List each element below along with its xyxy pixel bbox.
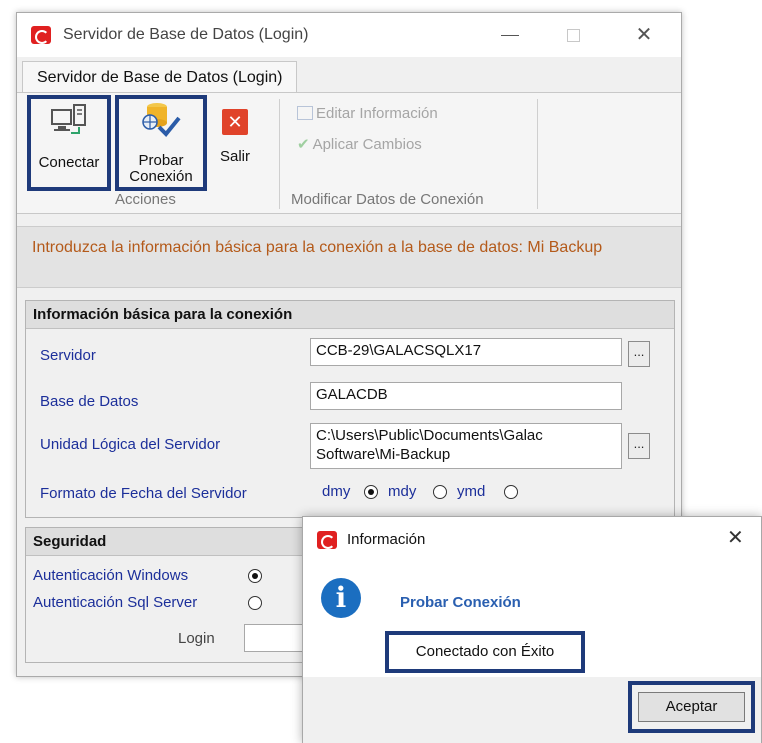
ribbon: Conectar Probar Conexión ✕ Salir Accione…: [17, 92, 681, 214]
title-bar: Servidor de Base de Datos (Login) ✕: [17, 13, 681, 57]
connection-panel-header: Información básica para la conexión: [26, 301, 674, 329]
database-label: Base de Datos: [40, 393, 139, 410]
logical-unit-label: Unidad Lógica del Servidor: [40, 436, 221, 453]
screen: Servidor de Base de Datos (Login) ✕ Serv…: [0, 0, 762, 743]
ribbon-separator: [279, 99, 280, 209]
date-ymd-label: ymd: [457, 483, 486, 500]
date-format-label: Formato de Fecha del Servidor: [40, 485, 247, 502]
close-button[interactable]: ✕: [621, 19, 667, 51]
intro-message: Introduzca la información básica para la…: [17, 226, 681, 288]
computer-network-icon: [51, 104, 86, 134]
server-browse-button[interactable]: ...: [628, 341, 650, 367]
modify-group-label: Modificar Datos de Conexión: [291, 191, 484, 208]
logical-unit-field[interactable]: C:\Users\Public\Documents\Galac Software…: [310, 423, 622, 469]
maximize-icon: [567, 29, 580, 42]
edit-info-label: Editar Información: [316, 105, 438, 122]
dialog-message: Conectado con Éxito: [385, 631, 585, 673]
edit-info-button[interactable]: Editar Información: [297, 105, 438, 122]
test-connection-label-1: Probar: [138, 152, 184, 169]
accept-button[interactable]: Aceptar: [638, 692, 745, 722]
minimize-icon: [501, 35, 519, 36]
connect-label: Conectar: [38, 154, 100, 171]
exit-label: Salir: [219, 148, 250, 165]
maximize-button[interactable]: [552, 19, 598, 51]
server-field[interactable]: CCB-29\GALACSQLX17: [310, 338, 622, 366]
apply-changes-label: Aplicar Cambios: [312, 136, 422, 153]
dialog-logo-icon: [317, 531, 337, 549]
date-dmy-label: dmy: [322, 483, 351, 500]
server-label: Servidor: [40, 347, 96, 364]
ribbon-separator-2: [537, 99, 538, 209]
exit-button[interactable]: ✕ Salir: [213, 109, 257, 179]
connect-button[interactable]: Conectar: [31, 101, 107, 183]
info-icon: i: [321, 578, 361, 618]
date-ymd-radio[interactable]: [504, 485, 518, 499]
test-connection-label-2: Conexión: [129, 168, 193, 185]
date-dmy-radio[interactable]: [364, 485, 378, 499]
dialog-footer: Aceptar: [303, 677, 761, 743]
dialog-title: Información: [347, 531, 426, 548]
windows-auth-label: Autenticación Windows: [33, 567, 189, 584]
edit-icon: [297, 106, 313, 120]
check-icon: ✔: [297, 136, 310, 153]
apply-changes-button[interactable]: ✔ Aplicar Cambios: [297, 135, 422, 153]
test-connection-button[interactable]: Probar Conexión: [119, 101, 203, 187]
accept-highlight: Aceptar: [628, 681, 755, 733]
info-dialog: Información ✕ i Probar Conexión Conectad…: [302, 516, 762, 743]
close-icon: ✕: [635, 24, 653, 46]
logical-unit-browse-button[interactable]: ...: [628, 433, 650, 459]
windows-auth-radio[interactable]: [248, 569, 262, 583]
sql-auth-radio[interactable]: [248, 596, 262, 610]
database-field[interactable]: GALACDB: [310, 382, 622, 410]
exit-icon: ✕: [222, 109, 248, 135]
login-label: Login: [178, 630, 215, 647]
app-logo-icon: [31, 26, 51, 44]
tab-servidor[interactable]: Servidor de Base de Datos (Login): [22, 61, 298, 93]
sql-auth-label: Autenticación Sql Server: [33, 594, 198, 611]
date-mdy-radio[interactable]: [433, 485, 447, 499]
date-mdy-label: mdy: [388, 483, 417, 500]
database-check-icon: [142, 103, 181, 137]
dialog-close-button[interactable]: ✕: [727, 525, 744, 550]
actions-group-label: Acciones: [115, 191, 176, 208]
window-title: Servidor de Base de Datos (Login): [63, 26, 309, 43]
dialog-heading: Probar Conexión: [400, 594, 521, 611]
connection-panel: Información básica para la conexión Serv…: [25, 300, 675, 518]
minimize-button[interactable]: [487, 19, 533, 51]
